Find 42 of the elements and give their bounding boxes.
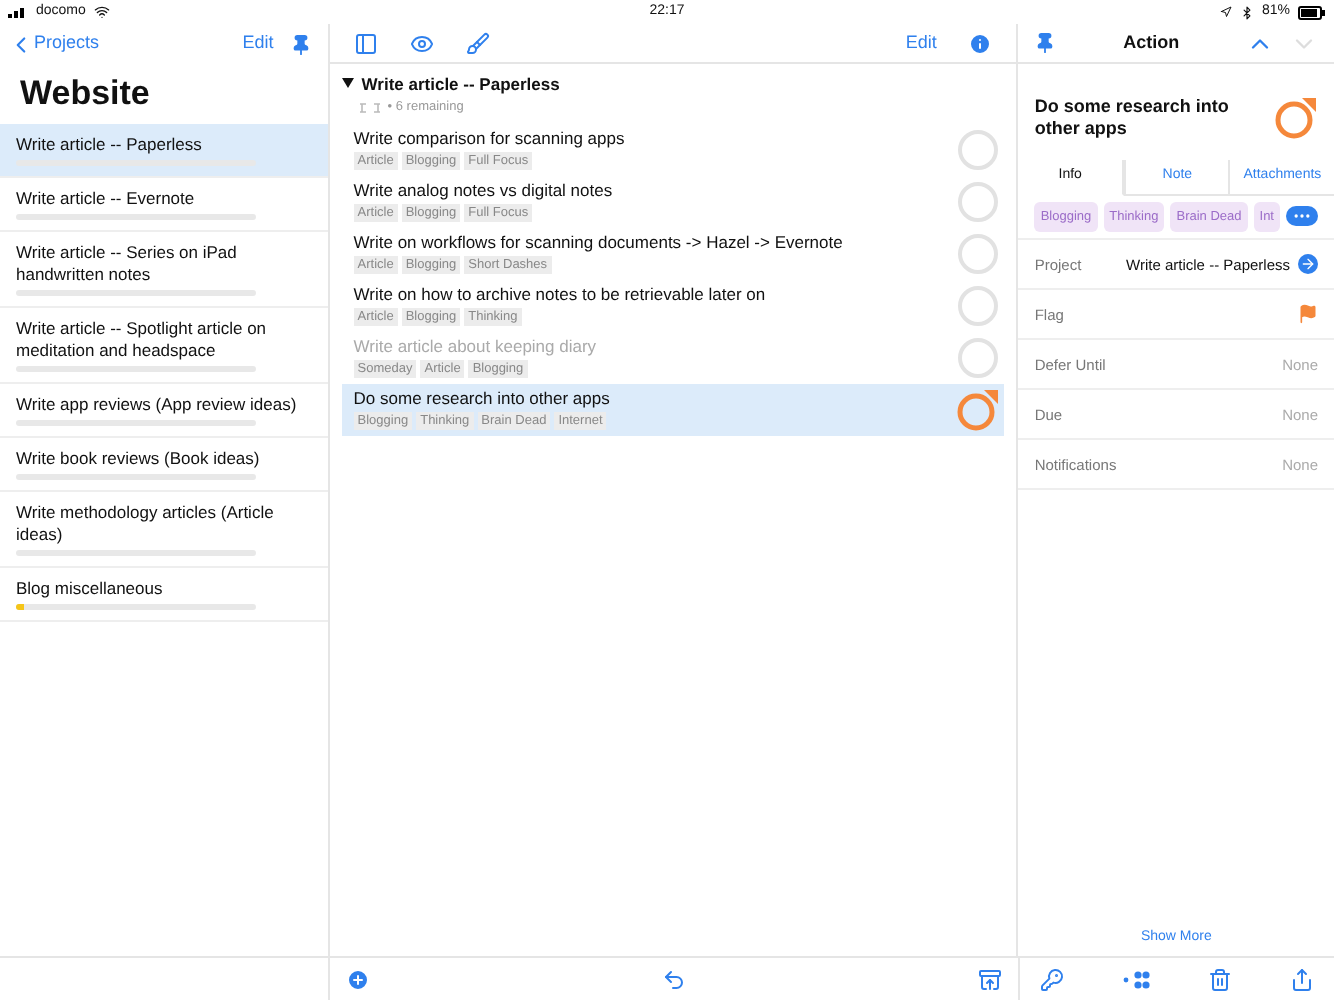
undo-icon[interactable] (662, 967, 686, 991)
location-icon (1219, 6, 1232, 18)
more-tags-button[interactable] (1286, 206, 1318, 227)
brush-icon[interactable] (465, 31, 490, 55)
checkbox-circle-icon[interactable] (956, 127, 1001, 171)
edit-button[interactable]: Edit (905, 29, 937, 57)
info-icon[interactable] (968, 31, 993, 55)
checkbox-circle-icon[interactable] (956, 179, 1001, 223)
eye-icon[interactable] (409, 31, 434, 55)
checkbox-circle-icon[interactable] (956, 283, 1001, 327)
flag-icon[interactable] (1298, 304, 1318, 325)
back-button[interactable]: Projects (8, 30, 100, 58)
share-icon[interactable] (1290, 967, 1314, 991)
sidebar-title: Website (18, 72, 152, 116)
signal-icon (8, 6, 28, 18)
project-title: Write article -- Paperless (361, 72, 560, 98)
sidebar-toggle-icon[interactable] (353, 31, 378, 55)
project-item[interactable]: Write article -- Evernote (0, 177, 328, 231)
project-item[interactable]: Write book reviews (Book ideas) (0, 437, 328, 491)
project-item[interactable]: Write methodology articles (Article ideas) (0, 491, 328, 567)
edit-button[interactable]: Edit (242, 30, 274, 58)
trash-icon[interactable] (1208, 967, 1232, 991)
project-item[interactable]: Write app reviews (App review ideas) (0, 383, 328, 437)
inbox-icon[interactable] (978, 967, 1002, 991)
project-item[interactable]: Write article -- Spotlight article on meditation and headspace (0, 307, 328, 383)
sequential-icon (359, 101, 380, 114)
project-item[interactable]: Write article -- Paperless (0, 123, 328, 177)
disclosure-triangle-icon[interactable] (341, 78, 354, 91)
action-title: Do some research into other apps (1034, 96, 1231, 140)
pin-icon[interactable] (289, 33, 312, 55)
pin-icon[interactable] (1034, 32, 1057, 54)
add-icon[interactable] (346, 967, 370, 991)
project-item[interactable]: Blog miscellaneous (0, 567, 328, 621)
wifi-icon (93, 4, 110, 20)
bluetooth-icon (1239, 5, 1254, 19)
inspector-header: Action (1121, 29, 1182, 56)
move-icon[interactable] (1122, 969, 1150, 989)
battery-icon (1298, 5, 1326, 19)
checkbox-circle-icon[interactable] (956, 231, 1001, 275)
go-to-project-icon[interactable] (1298, 254, 1318, 275)
key-icon[interactable] (1040, 967, 1064, 991)
project-item[interactable]: Write article -- Series on iPad handwritten notes (0, 231, 328, 307)
